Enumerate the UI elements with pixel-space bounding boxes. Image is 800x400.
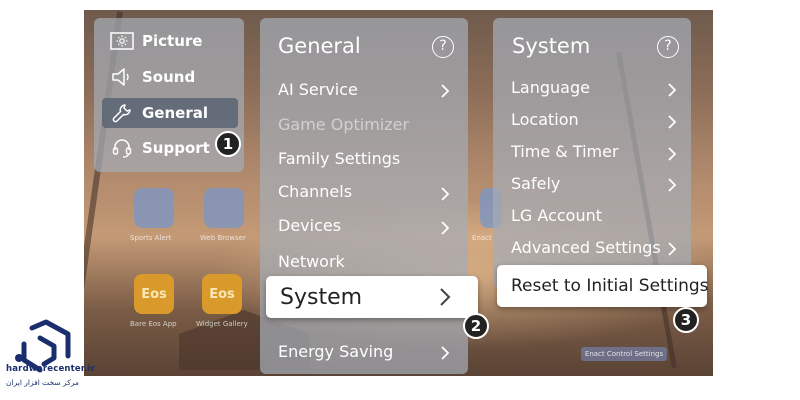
background-app-widget-gallery: Eos — [202, 274, 242, 314]
menu-item-label: System — [280, 284, 363, 310]
menu-item-network[interactable]: Network — [278, 250, 345, 274]
panel-title: General — [278, 34, 361, 58]
step-badge-1: 1 — [215, 131, 241, 157]
menu-item-game-optimizer: Game Optimizer — [278, 115, 410, 134]
background-app-label: Web Browser — [200, 234, 246, 242]
tv-screen: Sports Alert Web Browser Eos Bare Eos Ap… — [84, 10, 713, 376]
background-app-bare-eos: Eos — [134, 274, 174, 314]
chevron-right-icon — [441, 187, 450, 201]
category-label: General — [142, 104, 208, 122]
speaker-icon — [102, 67, 142, 87]
watermark-site: hardwarecenter.ir — [6, 364, 96, 374]
step-badge-2: 2 — [463, 313, 489, 339]
category-label: Picture — [142, 32, 203, 50]
background-app-label: Sports Alert — [130, 234, 172, 242]
wrench-icon — [102, 102, 142, 124]
category-sound[interactable]: Sound — [102, 62, 238, 92]
menu-item-reset-initial-settings[interactable]: Reset to Initial Settings — [497, 265, 709, 307]
help-icon[interactable]: ? — [432, 36, 454, 58]
chevron-right-icon — [441, 221, 450, 235]
system-settings-panel: System ? Language Location Time & Timer … — [493, 18, 691, 288]
menu-item-advanced-settings[interactable]: Advanced Settings — [511, 236, 661, 260]
step-badge-3: 3 — [673, 307, 699, 333]
background-app-label: Enact — [472, 234, 492, 242]
chevron-right-icon — [440, 288, 451, 306]
menu-item-energy-saving[interactable]: Energy Saving — [278, 340, 393, 364]
background-enact-control-button: Enact Control Settings — [581, 347, 667, 361]
category-general[interactable]: General — [102, 98, 238, 128]
chevron-right-icon — [441, 346, 450, 360]
chevron-right-icon — [668, 115, 677, 129]
menu-item-system-highlighted[interactable]: System — [266, 276, 478, 318]
chevron-right-icon — [668, 147, 677, 161]
menu-item-channels[interactable]: Channels — [278, 180, 352, 204]
general-settings-panel: General ? AI Service Game Optimizer Fami… — [260, 18, 468, 374]
chevron-right-icon — [441, 84, 450, 98]
menu-item-time-timer[interactable]: Time & Timer — [511, 140, 619, 164]
headset-icon — [102, 137, 142, 159]
chevron-right-icon — [668, 178, 677, 192]
background-app-label: Widget Gallery — [196, 320, 248, 328]
menu-item-language[interactable]: Language — [511, 76, 590, 100]
menu-item-location[interactable]: Location — [511, 108, 579, 132]
background-app-web-browser — [204, 188, 244, 228]
category-picture[interactable]: Picture — [102, 26, 238, 56]
chevron-right-icon — [668, 242, 677, 256]
picture-settings-icon — [102, 32, 142, 50]
menu-item-lg-account[interactable]: LG Account — [511, 204, 602, 228]
category-label: Sound — [142, 68, 196, 86]
menu-item-devices[interactable]: Devices — [278, 214, 341, 238]
panel-title: System — [512, 34, 591, 58]
chevron-right-icon — [668, 83, 677, 97]
menu-item-label: Reset to Initial Settings — [511, 276, 709, 296]
background-app-label: Bare Eos App — [130, 320, 177, 328]
menu-item-safely[interactable]: Safely — [511, 172, 560, 196]
category-label: Support — [142, 139, 210, 157]
background-app-sports-alert — [134, 188, 174, 228]
menu-item-ai-service[interactable]: AI Service — [278, 78, 358, 102]
watermark-tagline: مرکز سخت افزار ایران — [6, 378, 79, 387]
help-icon[interactable]: ? — [657, 36, 679, 58]
menu-item-family-settings[interactable]: Family Settings — [278, 147, 400, 171]
